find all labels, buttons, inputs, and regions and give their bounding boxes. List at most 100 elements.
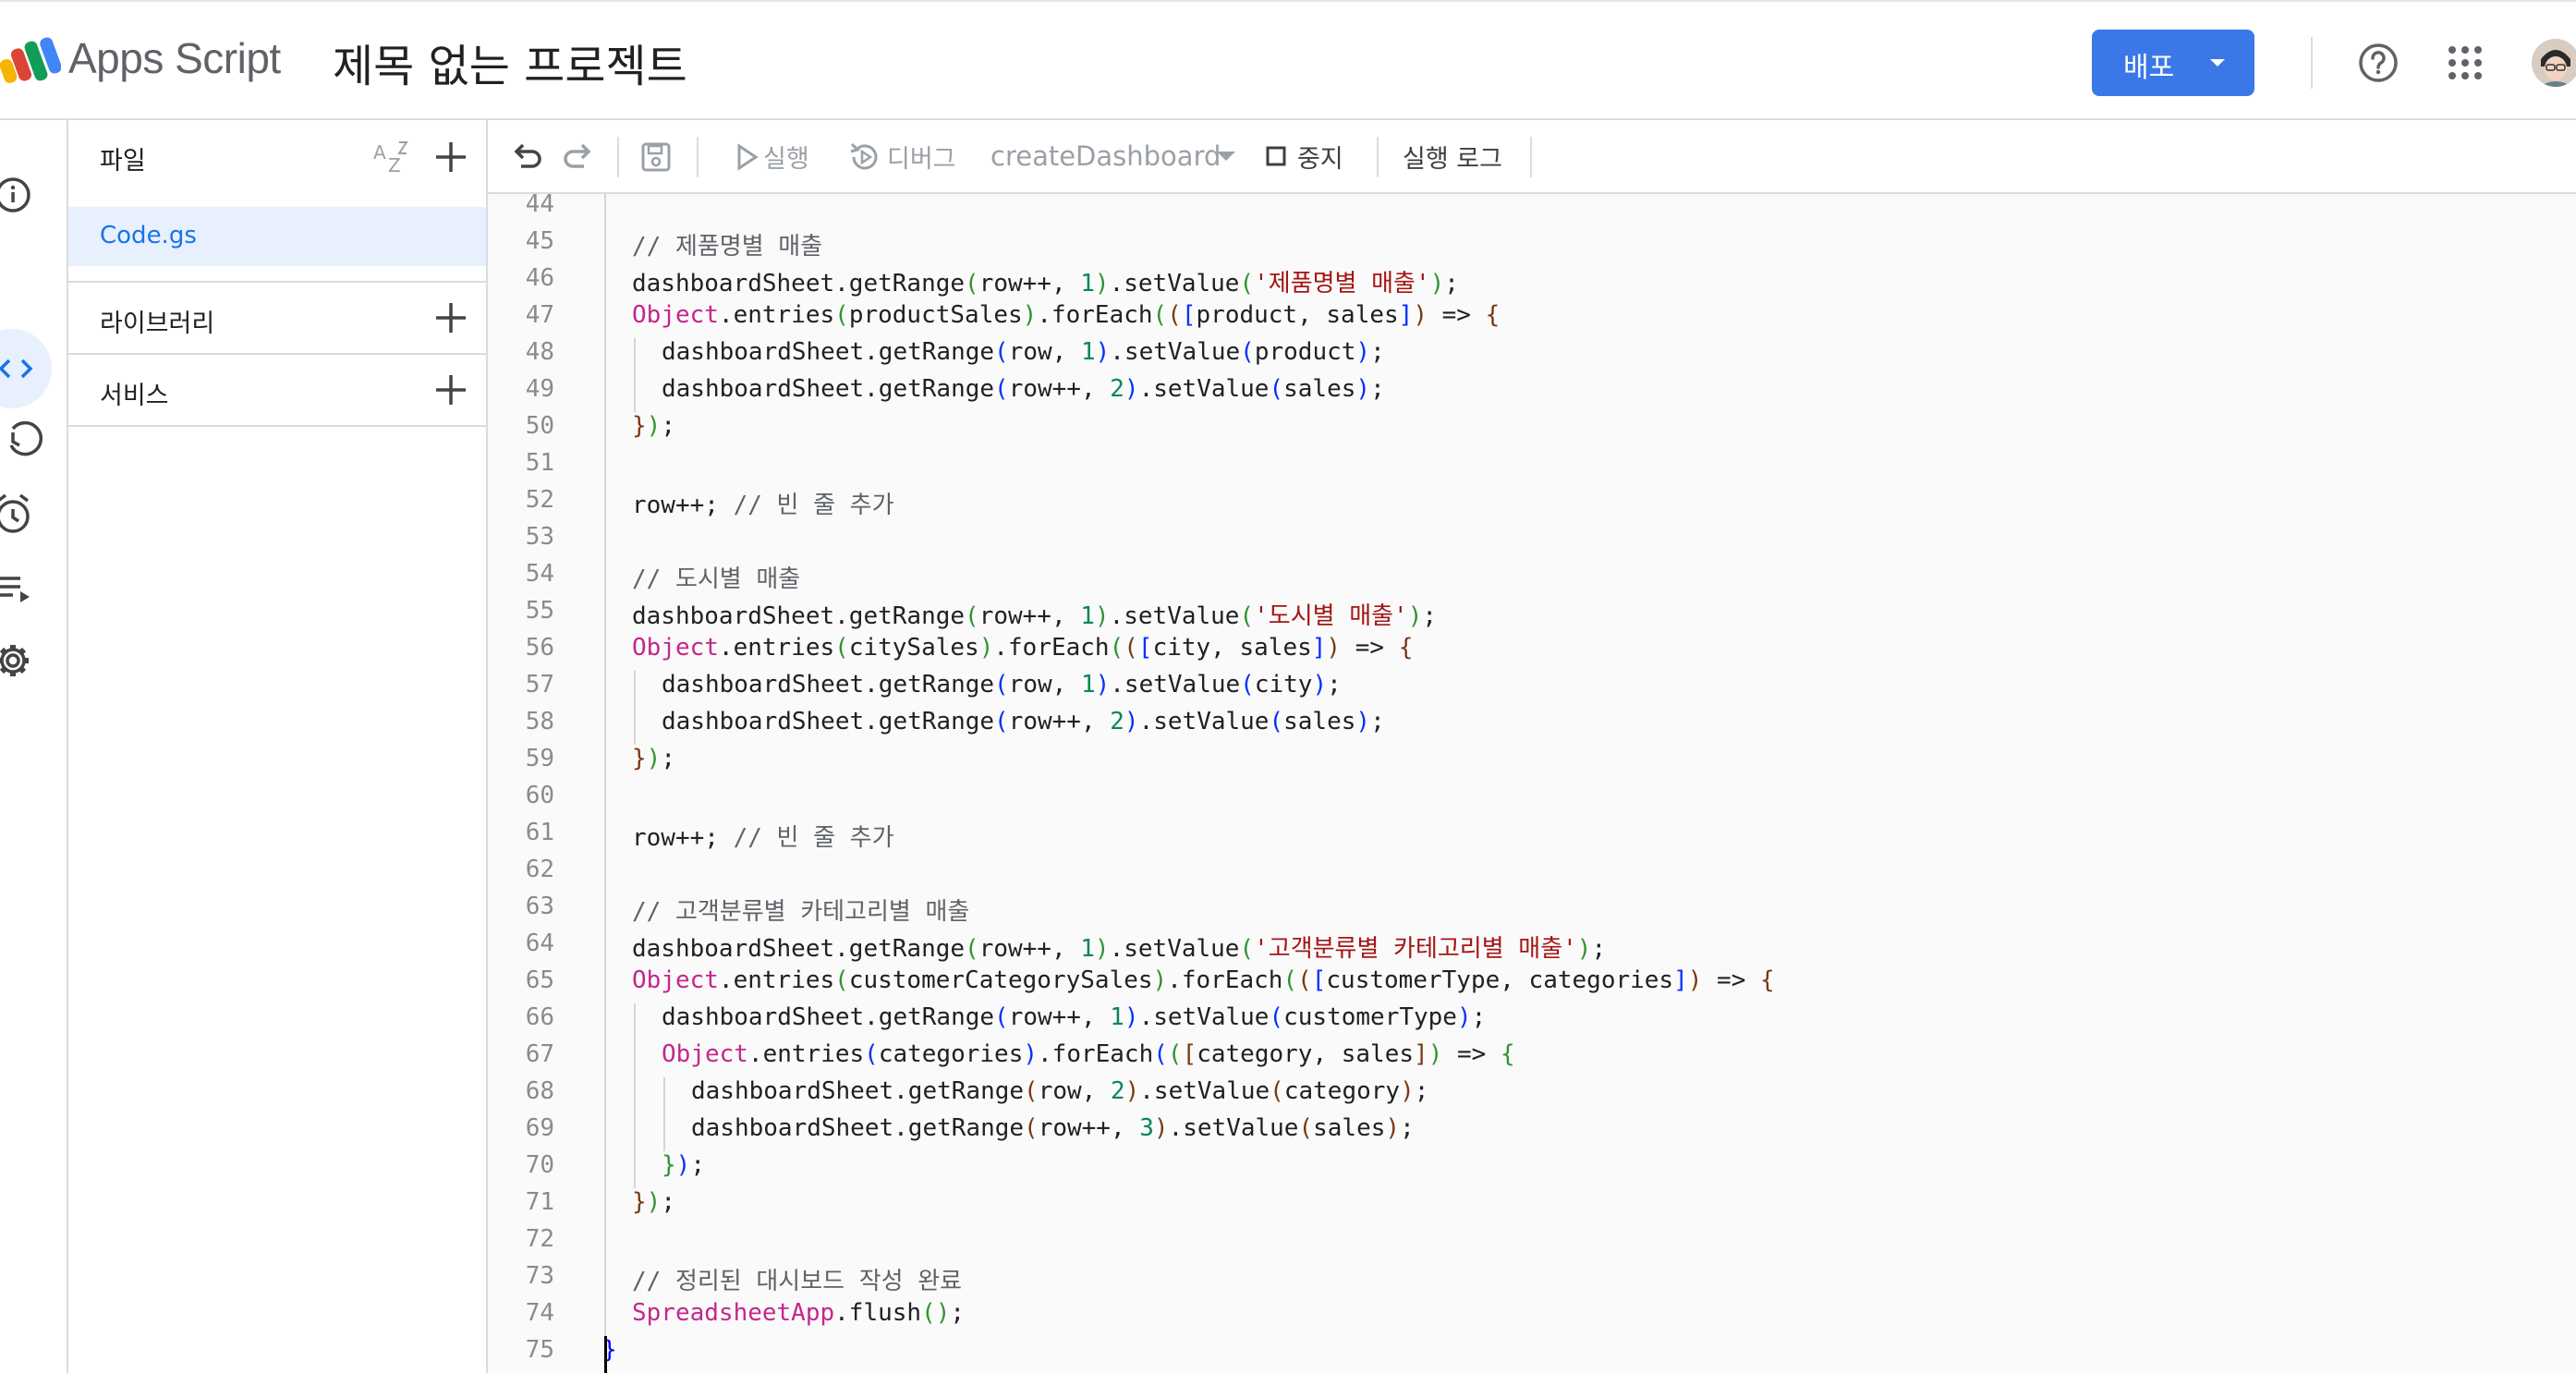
code-line[interactable]: 56 Object.entries(citySales).forEach(([ci… [488, 634, 2576, 671]
code-token: ( [1239, 602, 1255, 630]
code-line[interactable]: 66 dashboardSheet.getRange(row++, 1).setV… [488, 1003, 2576, 1040]
add-library-plus-icon[interactable] [432, 299, 469, 336]
code-line[interactable]: 46 dashboardSheet.getRange(row++, 1).setV… [488, 264, 2576, 301]
add-file-plus-icon[interactable] [432, 139, 469, 176]
code-line[interactable]: 55 dashboardSheet.getRange(row++, 1).setV… [488, 597, 2576, 634]
function-select[interactable]: createDashboard [989, 120, 1247, 192]
code-line[interactable]: 60 [488, 782, 2576, 819]
line-number: 64 [525, 930, 554, 957]
code-token: [ [1182, 1040, 1197, 1068]
code-token: 2 [1110, 1077, 1125, 1105]
undo-icon[interactable] [508, 139, 545, 176]
code-token: row++, [1008, 1003, 1111, 1031]
code-line[interactable]: 52 row++; // 빈 줄 추가 [488, 486, 2576, 523]
project-title[interactable]: 제목 없는 프로젝트 [333, 30, 687, 94]
code-line[interactable]: 44 [488, 194, 2576, 227]
code-line[interactable]: 75} [488, 1336, 2576, 1373]
libraries-section[interactable]: 라이브러리 [68, 281, 486, 353]
code-token: ] [1311, 634, 1327, 662]
executions-icon[interactable] [0, 567, 43, 610]
sort-az-icon[interactable]: A Z [371, 137, 412, 177]
redo-icon[interactable] [560, 139, 597, 176]
svg-text:Z: Z [388, 154, 401, 176]
code-line[interactable]: 69 dashboardSheet.getRange(row++, 3).setV… [488, 1114, 2576, 1151]
help-icon[interactable] [2358, 43, 2399, 83]
code-line[interactable]: 51 [488, 449, 2576, 486]
code-text: dashboardSheet.getRange(row++, 1).setVal… [632, 930, 1606, 964]
app-name[interactable]: Apps Script [68, 33, 281, 83]
code-token: ; [1370, 708, 1385, 735]
line-number: 54 [525, 560, 554, 588]
debug-button[interactable]: 디버그 [848, 120, 996, 192]
code-text: dashboardSheet.getRange(row, 2).setValue… [691, 1077, 1428, 1105]
code-line[interactable]: 67 Object.entries(categories).forEach(([c… [488, 1040, 2576, 1077]
code-text: row++; // 빈 줄 추가 [632, 486, 894, 520]
code-line[interactable]: 74 SpreadsheetApp.flush(); [488, 1299, 2576, 1336]
code-token: ) [1400, 1077, 1415, 1105]
code-token: .setValue [1109, 935, 1240, 963]
code-token: ) [1355, 338, 1371, 366]
code-line[interactable]: 68 dashboardSheet.getRange(row, 2).setVal… [488, 1077, 2576, 1114]
code-line[interactable]: 61 row++; // 빈 줄 추가 [488, 819, 2576, 856]
code-line[interactable]: 70}); [488, 1151, 2576, 1188]
run-button[interactable]: 실행 [732, 120, 843, 192]
code-token: 1 [1080, 602, 1095, 630]
stop-button[interactable]: 중지 [1264, 120, 1356, 192]
code-token: ( [965, 270, 979, 298]
history-icon[interactable] [0, 419, 43, 462]
code-token: { [1398, 634, 1414, 662]
code-line[interactable]: 48 dashboardSheet.getRange(row, 1).setVal… [488, 338, 2576, 375]
code-text: dashboardSheet.getRange(row++, 1).setVal… [632, 597, 1437, 631]
editor-code-icon[interactable] [0, 347, 43, 390]
user-avatar[interactable] [2532, 39, 2576, 87]
code-editor[interactable]: 44 45// 제품명별 매출 46 dashboardSheet.getRange(… [488, 194, 2576, 1373]
code-token: .entries [718, 966, 835, 994]
code-token: ) [1124, 708, 1139, 735]
apps-script-logo-icon[interactable] [0, 35, 61, 87]
line-number: 47 [525, 301, 554, 329]
code-token: .entries [718, 634, 835, 662]
triggers-alarm-icon[interactable] [0, 493, 43, 536]
code-token: ( [1282, 966, 1298, 994]
overview-info-icon[interactable] [0, 174, 43, 216]
code-token: } [632, 1188, 647, 1216]
code-line[interactable]: 59}); [488, 745, 2576, 782]
code-token: ( [1269, 1003, 1284, 1031]
code-token: ; [661, 412, 675, 440]
code-token: 1 [1080, 338, 1096, 366]
code-line[interactable]: 50}); [488, 412, 2576, 449]
code-line[interactable]: 72 [488, 1225, 2576, 1262]
toolbar-divider [1377, 137, 1379, 177]
code-line[interactable]: 62 [488, 856, 2576, 893]
code-line[interactable]: 64 dashboardSheet.getRange(row++, 1).setV… [488, 930, 2576, 966]
code-line[interactable]: 58 dashboardSheet.getRange(row++, 2).setV… [488, 708, 2576, 745]
code-token: 2 [1110, 708, 1124, 735]
code-text: Object.entries(productSales).forEach(([p… [632, 301, 1500, 329]
save-icon[interactable] [638, 139, 674, 176]
settings-gear-icon[interactable] [0, 639, 43, 682]
code-line[interactable]: 73 // 정리된 대시보드 작성 완료 [488, 1262, 2576, 1299]
code-line[interactable]: 57 dashboardSheet.getRange(row, 1).setVal… [488, 671, 2576, 708]
code-token: row++, [1038, 1114, 1140, 1142]
code-token: ) [1355, 375, 1371, 403]
code-line[interactable]: 63 // 고객분류별 카테고리별 매출 [488, 893, 2576, 930]
code-line[interactable]: 65 Object.entries(customerCategorySales).… [488, 966, 2576, 1003]
code-token: ) [1094, 935, 1110, 963]
code-text: // 제품명별 매출 [632, 227, 822, 261]
services-section[interactable]: 서비스 [68, 353, 486, 425]
code-token: 1 [1080, 671, 1096, 699]
add-service-plus-icon[interactable] [432, 371, 469, 408]
code-line[interactable]: 47 Object.entries(productSales).forEach((… [488, 301, 2576, 338]
services-label: 서비스 [100, 382, 169, 410]
code-token: ( [994, 1003, 1009, 1031]
code-line[interactable]: 49 dashboardSheet.getRange(row++, 2).setV… [488, 375, 2576, 412]
execution-log-button[interactable]: 실행 로그 [1403, 139, 1502, 175]
code-line[interactable]: 45 // 제품명별 매출 [488, 227, 2576, 264]
google-apps-grid-icon[interactable] [2447, 44, 2484, 81]
code-line[interactable]: 54 // 도시별 매출 [488, 560, 2576, 597]
file-item-code-gs[interactable]: Code.gs [68, 207, 486, 266]
code-line[interactable]: 53 [488, 523, 2576, 560]
function-select-value: createDashboard [990, 140, 1221, 172]
code-line[interactable]: 71}); [488, 1188, 2576, 1225]
deploy-button[interactable]: 배포 [2092, 30, 2254, 96]
